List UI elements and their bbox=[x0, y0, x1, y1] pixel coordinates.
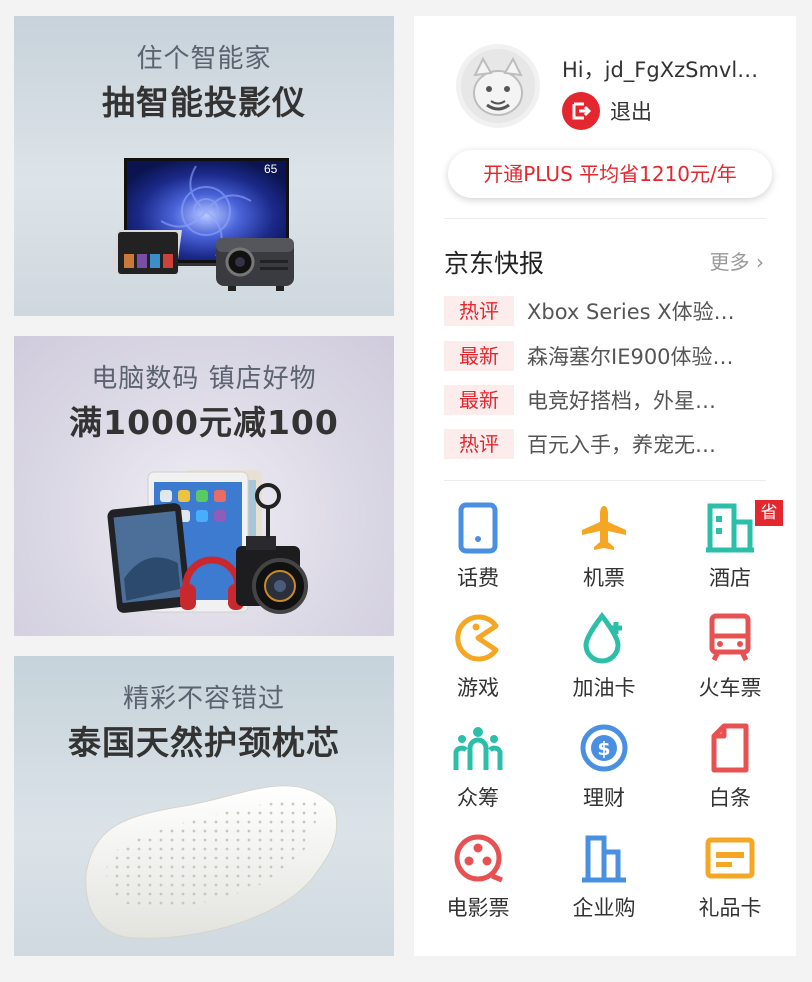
news-tag: 热评 bbox=[444, 429, 514, 459]
service-flight[interactable]: 机票 bbox=[549, 502, 659, 602]
logout-button[interactable]: 退出 bbox=[562, 92, 652, 130]
plus-membership-button[interactable]: 开通PLUS 平均省1210元/年 bbox=[448, 150, 772, 198]
fuel-drop-icon bbox=[583, 612, 622, 664]
gift-card-icon bbox=[705, 837, 755, 879]
latex-pillow-image bbox=[85, 785, 338, 939]
service-label: 企业购 bbox=[572, 896, 636, 920]
service-label: 机票 bbox=[583, 566, 625, 590]
service-movie[interactable]: 电影票 bbox=[423, 832, 533, 932]
avatar[interactable] bbox=[456, 44, 540, 128]
news-text: Xbox Series X体验… bbox=[527, 300, 735, 324]
news-item[interactable]: 最新 电竞好搭档，外星… bbox=[444, 384, 764, 416]
news-text: 电竞好搭档，外星… bbox=[527, 389, 716, 413]
svg-text:$: $ bbox=[597, 738, 610, 760]
news-tag: 热评 bbox=[444, 296, 514, 326]
news-text: 百元入手，养宠无… bbox=[527, 433, 716, 457]
service-fuel-card[interactable]: 加油卡 bbox=[549, 612, 659, 712]
service-finance[interactable]: $ 理财 bbox=[549, 722, 659, 822]
logout-label: 退出 bbox=[610, 100, 652, 124]
service-label: 话费 bbox=[457, 566, 499, 590]
avatar-face-icon bbox=[461, 49, 535, 123]
news-item[interactable]: 热评 Xbox Series X体验… bbox=[444, 295, 764, 327]
service-label: 众筹 bbox=[457, 786, 499, 810]
enterprise-icon bbox=[582, 835, 626, 883]
service-label: 火车票 bbox=[698, 676, 762, 700]
user-panel: Hi，jd_FgXzSmvl… 退出 开通PLUS 平均省1210元/年 京东快… bbox=[414, 16, 796, 956]
save-badge: 省 bbox=[755, 500, 783, 526]
banner-pillow[interactable]: 精彩不容错过 泰国天然护颈枕芯 bbox=[14, 656, 394, 956]
banner-smart-home[interactable]: 住个智能家 抽智能投影仪 65 bbox=[14, 16, 394, 316]
divider bbox=[444, 218, 766, 219]
document-icon bbox=[711, 723, 749, 773]
banner-digital[interactable]: 电脑数码 镇店好物 满1000元减100 bbox=[14, 336, 394, 636]
service-baitiao[interactable]: 白条 bbox=[675, 722, 785, 822]
news-item[interactable]: 热评 百元入手，养宠无… bbox=[444, 428, 764, 460]
service-train[interactable]: 火车票 bbox=[675, 612, 785, 712]
service-crowdfunding[interactable]: 众筹 bbox=[423, 722, 533, 822]
news-tag: 最新 bbox=[444, 385, 514, 415]
airplane-icon bbox=[582, 506, 626, 550]
news-text: 森海塞尔IE900体验… bbox=[527, 345, 734, 369]
news-item[interactable]: 最新 森海塞尔IE900体验… bbox=[444, 340, 764, 372]
logout-icon bbox=[562, 92, 600, 130]
film-reel-icon bbox=[454, 834, 503, 883]
user-greeting: Hi，jd_FgXzSmvl… bbox=[562, 58, 759, 82]
service-label: 礼品卡 bbox=[698, 896, 762, 920]
hotel-icon bbox=[706, 503, 754, 553]
service-enterprise[interactable]: 企业购 bbox=[549, 832, 659, 932]
digital-products-image bbox=[107, 470, 308, 614]
service-label: 白条 bbox=[709, 786, 751, 810]
tv-size-badge: 65 bbox=[264, 162, 278, 176]
news-tag: 最新 bbox=[444, 341, 514, 371]
crowdfunding-icon bbox=[453, 727, 503, 770]
service-label: 酒店 bbox=[709, 566, 751, 590]
service-label: 理财 bbox=[583, 786, 625, 810]
train-icon bbox=[709, 613, 751, 662]
service-label: 游戏 bbox=[457, 676, 499, 700]
divider bbox=[444, 480, 766, 481]
service-gift-card[interactable]: 礼品卡 bbox=[675, 832, 785, 932]
service-label: 电影票 bbox=[446, 896, 510, 920]
phone-icon bbox=[458, 502, 498, 554]
tv-projector-image: 65 bbox=[110, 158, 294, 291]
game-icon bbox=[455, 614, 499, 662]
service-label: 加油卡 bbox=[572, 676, 636, 700]
service-game[interactable]: 游戏 bbox=[423, 612, 533, 712]
finance-icon: $ bbox=[580, 724, 628, 772]
news-more-link[interactable]: 更多 › bbox=[710, 246, 764, 275]
page: 住个智能家 抽智能投影仪 65 电脑数码 镇店好物 满1000元减100 精彩不… bbox=[0, 0, 812, 982]
news-title: 京东快报 bbox=[444, 249, 545, 278]
service-phone-bill[interactable]: 话费 bbox=[423, 502, 533, 602]
